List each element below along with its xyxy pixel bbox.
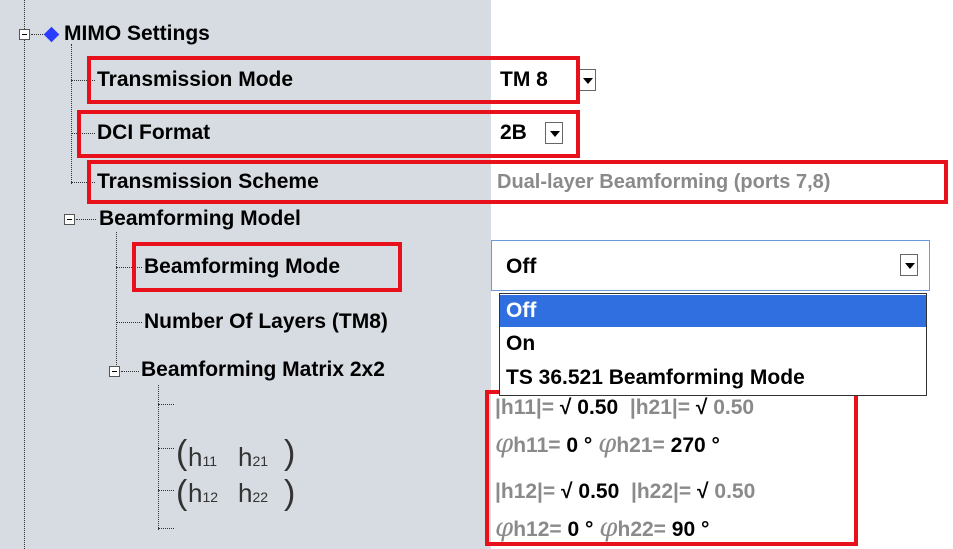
beamforming-matrix-label[interactable]: Beamforming Matrix 2x2 <box>141 356 385 384</box>
tree-line <box>116 232 117 367</box>
tree-line <box>24 0 25 549</box>
number-of-layers-label: Number Of Layers (TM8) <box>144 310 388 333</box>
beamforming-model-label[interactable]: Beamforming Model <box>99 205 301 233</box>
highlight-box <box>77 110 580 158</box>
tree-line <box>71 44 72 184</box>
collapse-beamforming-model-button[interactable] <box>64 214 75 225</box>
mimo-settings-label[interactable]: MIMO Settings <box>64 20 210 48</box>
tree-line <box>158 528 174 529</box>
beamforming-mode-select[interactable]: Off <box>491 240 930 291</box>
highlight-box <box>132 242 402 292</box>
tree-line <box>158 448 174 449</box>
beamforming-mode-selected-value: Off <box>506 255 537 278</box>
dropdown-option-on[interactable]: On <box>500 328 926 360</box>
tree-line <box>76 219 96 220</box>
beamforming-mode-dropdown-list[interactable]: Off On TS 36.521 Beamforming Mode <box>499 293 927 396</box>
beamforming-mode-dropdown-button[interactable] <box>900 254 918 276</box>
tree-line <box>121 371 139 372</box>
highlight-box <box>87 56 580 104</box>
transmission-mode-dropdown-button[interactable] <box>578 69 596 91</box>
highlight-box <box>485 390 858 546</box>
dropdown-option-ts-36-521[interactable]: TS 36.521 Beamforming Mode <box>500 362 926 394</box>
dropdown-option-off[interactable]: Off <box>500 295 926 327</box>
collapse-mimo-settings-button[interactable] <box>19 29 30 40</box>
tree-line <box>158 404 174 405</box>
collapse-beamforming-matrix-button[interactable] <box>109 366 120 377</box>
tree-line <box>116 322 142 323</box>
tree-line <box>158 490 174 491</box>
highlight-box <box>87 160 948 204</box>
tree-line <box>158 385 159 530</box>
